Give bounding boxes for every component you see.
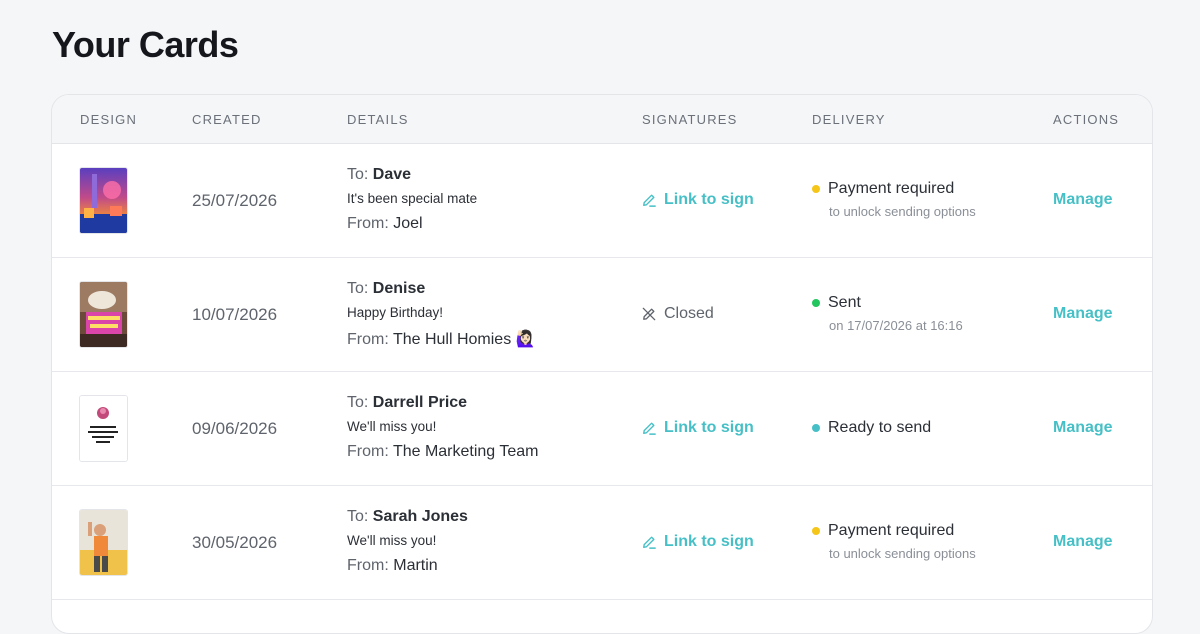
link-to-sign[interactable]: Link to sign [642, 191, 754, 209]
header-signatures: SIGNATURES [642, 112, 738, 127]
link-to-sign-label: Link to sign [664, 419, 754, 436]
status-text: Payment required [828, 522, 955, 539]
recipient-name: Sarah Jones [372, 508, 468, 525]
pencil-icon [642, 535, 656, 549]
status-subtext: to unlock sending options [829, 546, 976, 561]
from-label: From: [347, 215, 389, 232]
card-details: To: Dave It's been special mate From: Jo… [347, 166, 477, 233]
table-row: 30/05/2026 To: Sarah Jones We'll miss yo… [52, 486, 1152, 600]
page-title: Your Cards [52, 24, 239, 65]
created-date: 30/05/2026 [192, 533, 278, 552]
card-details: To: Denise Happy Birthday! From: The Hul… [347, 280, 536, 349]
signatures-closed-label: Closed [664, 305, 714, 322]
header-design: DESIGN [80, 112, 138, 127]
to-label: To: [347, 508, 369, 525]
status-dot [812, 185, 820, 193]
to-label: To: [347, 394, 369, 411]
status-dot [812, 424, 820, 432]
card-design-thumbnail[interactable] [80, 168, 127, 233]
sender-name: Joel [393, 215, 423, 232]
sender-name: The Hull Homies 🙋🏻‍♀️ [392, 331, 536, 348]
card-message: Happy Birthday! [347, 305, 444, 320]
status-text: Payment required [828, 180, 955, 197]
card-design-thumbnail[interactable] [80, 510, 127, 575]
manage-button[interactable]: Manage [1053, 533, 1113, 551]
delivery-status: Payment required to unlock sending optio… [812, 522, 976, 561]
link-to-sign-label: Link to sign [664, 533, 754, 550]
status-subtext: to unlock sending options [829, 204, 976, 219]
header-created: CREATED [192, 112, 262, 127]
card-message: It's been special mate [347, 191, 478, 206]
sender-name: The Marketing Team [392, 443, 539, 460]
status-subtext: on 17/07/2026 at 16:16 [829, 318, 963, 333]
card-details: To: Sarah Jones We'll miss you! From: Ma… [347, 508, 468, 575]
link-to-sign-label: Link to sign [664, 191, 754, 208]
manage-button[interactable]: Manage [1053, 191, 1113, 209]
from-label: From: [347, 331, 389, 348]
recipient-name: Dave [372, 166, 412, 183]
header-delivery: DELIVERY [812, 112, 886, 127]
manage-button[interactable]: Manage [1053, 419, 1113, 437]
table-row: 25/07/2026 To: Dave It's been special ma… [52, 144, 1152, 258]
table-row: 10/07/2026 To: Denise Happy Birthday! Fr… [52, 258, 1152, 372]
manage-button[interactable]: Manage [1053, 305, 1113, 323]
from-label: From: [347, 443, 389, 460]
signatures-closed: Closed [642, 305, 714, 323]
status-dot [812, 299, 820, 307]
recipient-name: Denise [372, 280, 426, 297]
card-message: We'll miss you! [347, 419, 437, 434]
card-design-thumbnail[interactable] [80, 396, 127, 461]
from-label: From: [347, 557, 389, 574]
recipient-name: Darrell Price [372, 394, 468, 411]
table-header: DESIGN CREATED DETAILS SIGNATURES DELIVE… [52, 95, 1152, 144]
to-label: To: [347, 280, 369, 297]
delivery-status: Payment required to unlock sending optio… [812, 180, 976, 219]
pencil-off-icon [642, 307, 656, 321]
created-date: 09/06/2026 [192, 419, 278, 438]
card-message: We'll miss you! [347, 533, 437, 548]
status-text: Ready to send [828, 419, 932, 436]
card-design-thumbnail[interactable] [80, 282, 127, 347]
sender-name: Martin [393, 557, 438, 574]
created-date: 25/07/2026 [192, 191, 278, 210]
status-dot [812, 527, 820, 535]
link-to-sign[interactable]: Link to sign [642, 419, 754, 437]
header-details: DETAILS [347, 112, 409, 127]
table-row: 09/06/2026 To: Darrell Price We'll miss … [52, 372, 1152, 486]
card-details: To: Darrell Price We'll miss you! From: … [347, 394, 538, 461]
header-actions: ACTIONS [1053, 112, 1120, 127]
delivery-status: Sent on 17/07/2026 at 16:16 [812, 294, 963, 333]
created-date: 10/07/2026 [192, 305, 278, 324]
delivery-status: Ready to send [812, 419, 931, 437]
to-label: To: [347, 166, 369, 183]
pencil-icon [642, 421, 656, 435]
pencil-icon [642, 193, 656, 207]
cards-table: DESIGN CREATED DETAILS SIGNATURES DELIVE… [51, 94, 1153, 634]
status-text: Sent [828, 294, 861, 311]
link-to-sign[interactable]: Link to sign [642, 533, 754, 551]
